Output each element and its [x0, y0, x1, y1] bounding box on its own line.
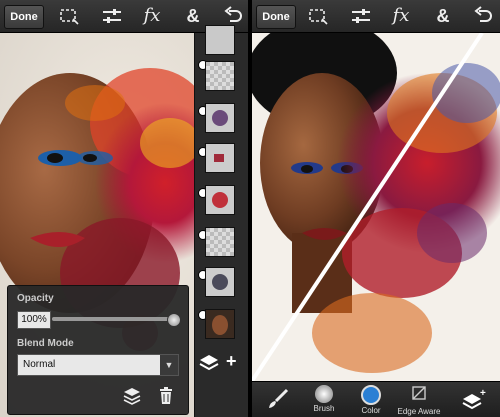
left-screen: Done fx & + Opacity 100% Blend Mode Norm…	[0, 0, 248, 417]
layers-stack-icon[interactable]: +	[452, 388, 496, 417]
add-layer-icon[interactable]: +	[226, 351, 237, 372]
fx-icon[interactable]: fx	[141, 6, 163, 26]
layer-thumbnail[interactable]	[205, 309, 235, 339]
top-toolbar: Done fx &	[252, 0, 500, 33]
undo-icon[interactable]	[222, 6, 244, 26]
brush-tool[interactable]: Brush	[302, 385, 346, 413]
layer-thumbnail[interactable]	[205, 227, 235, 257]
selection-icon[interactable]	[58, 6, 80, 26]
trash-icon[interactable]	[156, 386, 176, 406]
chevron-down-icon[interactable]: ▼	[160, 355, 178, 375]
edge-aware-icon	[412, 386, 426, 400]
blend-mode-value: Normal	[23, 359, 56, 370]
layer-thumbnail[interactable]	[205, 103, 235, 133]
photo-canvas[interactable]	[252, 33, 500, 417]
layer-thumbnail[interactable]	[205, 267, 235, 297]
edge-aware-tool[interactable]: Edge Aware	[397, 385, 441, 416]
right-screen: Done fx & Brush Color Edge Aware +	[252, 0, 500, 417]
color-swatch-icon	[361, 385, 381, 405]
color-tool[interactable]: Color	[349, 385, 393, 415]
opacity-slider-fill	[52, 317, 174, 321]
layer-thumbnail[interactable]	[205, 61, 235, 91]
adjust-icon[interactable]	[101, 6, 123, 26]
done-button[interactable]: Done	[256, 5, 296, 29]
opacity-slider-knob[interactable]	[167, 313, 181, 327]
blend-mode-label: Blend Mode	[17, 338, 74, 349]
brush-label: Brush	[313, 404, 335, 413]
edge-aware-label: Edge Aware	[397, 407, 441, 416]
merge-layers-icon[interactable]	[122, 386, 142, 406]
bottom-toolbar: Brush Color Edge Aware +	[252, 381, 500, 417]
fx-label: fx	[143, 5, 161, 26]
layers-actions: +	[194, 345, 248, 381]
fx-label: fx	[392, 5, 410, 26]
ampersand-label: &	[436, 6, 450, 26]
opacity-label: Opacity	[17, 293, 54, 304]
layer-properties-panel: Opacity 100% Blend Mode Normal ▼	[7, 285, 189, 415]
portrait-artwork	[252, 33, 500, 383]
color-label: Color	[361, 406, 381, 415]
done-button[interactable]: Done	[4, 5, 44, 29]
adjust-icon[interactable]	[350, 6, 372, 26]
fx-icon[interactable]: fx	[390, 6, 412, 26]
svg-text:+: +	[480, 388, 486, 399]
undo-icon[interactable]	[472, 6, 494, 26]
ampersand-label: &	[186, 6, 200, 26]
selection-icon[interactable]	[307, 6, 329, 26]
layer-thumbnail[interactable]	[205, 25, 235, 55]
layer-thumbnail[interactable]	[205, 143, 235, 173]
ampersand-icon[interactable]: &	[432, 6, 454, 26]
paintbrush-icon[interactable]	[256, 388, 300, 415]
blend-mode-select[interactable]: Normal ▼	[17, 354, 179, 376]
opacity-slider[interactable]	[52, 313, 181, 327]
layers-stack-icon[interactable]	[198, 352, 220, 374]
opacity-value-field[interactable]: 100%	[17, 311, 51, 329]
brush-icon	[315, 385, 333, 403]
layer-thumbnail[interactable]	[205, 185, 235, 215]
ampersand-icon[interactable]: &	[182, 6, 204, 26]
